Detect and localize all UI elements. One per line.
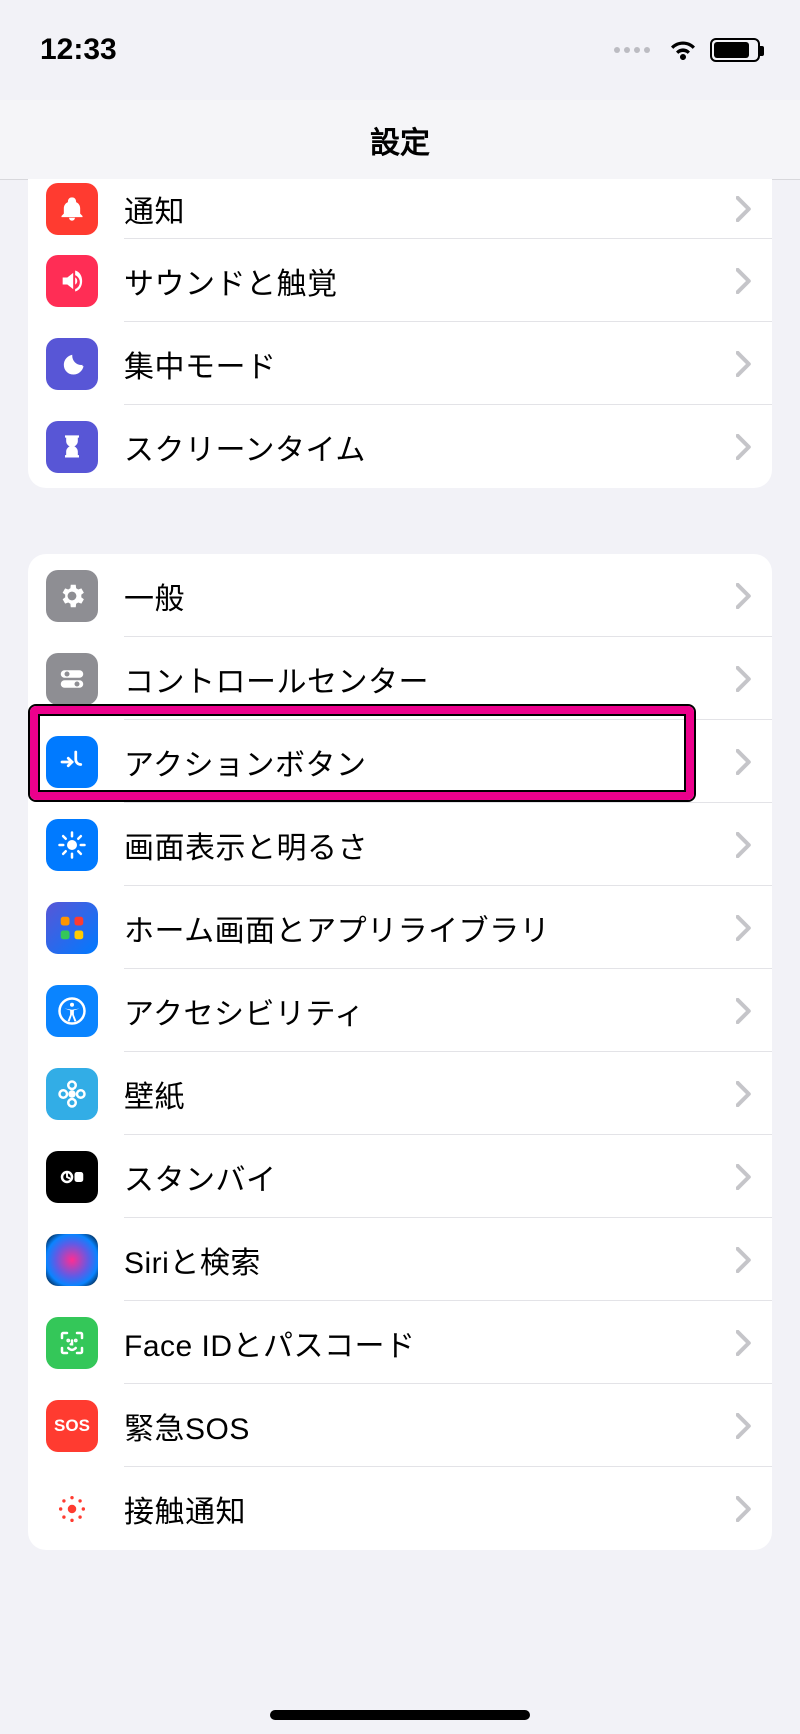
- faceid-icon: [46, 1317, 98, 1369]
- status-right: [614, 38, 760, 62]
- row-label: コントロールセンター: [124, 657, 736, 701]
- switches-icon: [46, 653, 98, 705]
- chevron-right-icon: [736, 196, 752, 222]
- chevron-right-icon: [736, 1164, 752, 1190]
- chevron-right-icon: [736, 998, 752, 1024]
- speaker-icon: [46, 255, 98, 307]
- settings-row-faceid[interactable]: Face IDとパスコード: [28, 1301, 772, 1384]
- chevron-right-icon: [736, 268, 752, 294]
- apps-grid-icon: [46, 902, 98, 954]
- settings-row-display[interactable]: 画面表示と明るさ: [28, 803, 772, 886]
- bell-icon: [46, 183, 98, 235]
- status-bar: 12:33: [0, 0, 800, 100]
- page-title: 設定: [370, 118, 430, 162]
- chevron-right-icon: [736, 1496, 752, 1522]
- settings-row-standby[interactable]: スタンバイ: [28, 1135, 772, 1218]
- row-label: Siriと検索: [124, 1238, 736, 1282]
- row-label: サウンドと触覚: [124, 259, 736, 303]
- brightness-icon: [46, 819, 98, 871]
- row-label: 一般: [124, 574, 736, 618]
- settings-row-control-center[interactable]: コントロールセンター: [28, 637, 772, 720]
- status-time: 12:33: [40, 33, 117, 67]
- settings-row-sos[interactable]: SOS 緊急SOS: [28, 1384, 772, 1467]
- chevron-right-icon: [736, 434, 752, 460]
- settings-row-home-screen[interactable]: ホーム画面とアプリライブラリ: [28, 886, 772, 969]
- home-indicator: [270, 1710, 530, 1720]
- chevron-right-icon: [736, 351, 752, 377]
- settings-group-notifications: 通知 サウンドと触覚 集中モード スクリーンタイム: [28, 179, 772, 488]
- sos-icon: SOS: [46, 1400, 98, 1452]
- chevron-right-icon: [736, 666, 752, 692]
- row-label: 壁紙: [124, 1072, 736, 1116]
- flower-icon: [46, 1068, 98, 1120]
- settings-content: 通知 サウンドと触覚 集中モード スクリーンタイム: [0, 179, 800, 1610]
- settings-row-focus[interactable]: 集中モード: [28, 322, 772, 405]
- settings-group-general: 一般 コントロールセンター アクションボタン 画面表示と明るさ: [28, 554, 772, 1550]
- exposure-icon: [46, 1483, 98, 1535]
- chevron-right-icon: [736, 915, 752, 941]
- row-label: Face IDとパスコード: [124, 1321, 736, 1365]
- row-label: 画面表示と明るさ: [124, 823, 736, 867]
- nav-bar: 設定: [0, 100, 800, 180]
- row-label: 集中モード: [124, 342, 736, 386]
- action-button-icon: [46, 736, 98, 788]
- moon-icon: [46, 338, 98, 390]
- row-label: 接触通知: [124, 1487, 736, 1531]
- dots-icon: [614, 47, 650, 53]
- row-label: アクションボタン: [124, 740, 736, 784]
- settings-row-notifications[interactable]: 通知: [28, 179, 772, 239]
- row-label: ホーム画面とアプリライブラリ: [124, 906, 736, 950]
- accessibility-icon: [46, 985, 98, 1037]
- settings-row-siri[interactable]: Siriと検索: [28, 1218, 772, 1301]
- chevron-right-icon: [736, 583, 752, 609]
- settings-row-accessibility[interactable]: アクセシビリティ: [28, 969, 772, 1052]
- siri-icon: [46, 1234, 98, 1286]
- chevron-right-icon: [736, 1081, 752, 1107]
- chevron-right-icon: [736, 1247, 752, 1273]
- standby-icon: [46, 1151, 98, 1203]
- hourglass-icon: [46, 421, 98, 473]
- chevron-right-icon: [736, 1330, 752, 1356]
- settings-row-exposure[interactable]: 接触通知: [28, 1467, 772, 1550]
- row-label: スタンバイ: [124, 1155, 736, 1199]
- gear-icon: [46, 570, 98, 622]
- row-label: 通知: [124, 187, 736, 231]
- settings-row-screentime[interactable]: スクリーンタイム: [28, 405, 772, 488]
- settings-row-action-button[interactable]: アクションボタン: [28, 720, 772, 803]
- settings-row-wallpaper[interactable]: 壁紙: [28, 1052, 772, 1135]
- row-label: スクリーンタイム: [124, 425, 736, 469]
- row-label: 緊急SOS: [124, 1404, 736, 1448]
- wifi-icon: [668, 39, 698, 61]
- settings-row-general[interactable]: 一般: [28, 554, 772, 637]
- settings-row-sounds[interactable]: サウンドと触覚: [28, 239, 772, 322]
- chevron-right-icon: [736, 749, 752, 775]
- chevron-right-icon: [736, 832, 752, 858]
- battery-icon: [710, 38, 760, 62]
- row-label: アクセシビリティ: [124, 989, 736, 1033]
- chevron-right-icon: [736, 1413, 752, 1439]
